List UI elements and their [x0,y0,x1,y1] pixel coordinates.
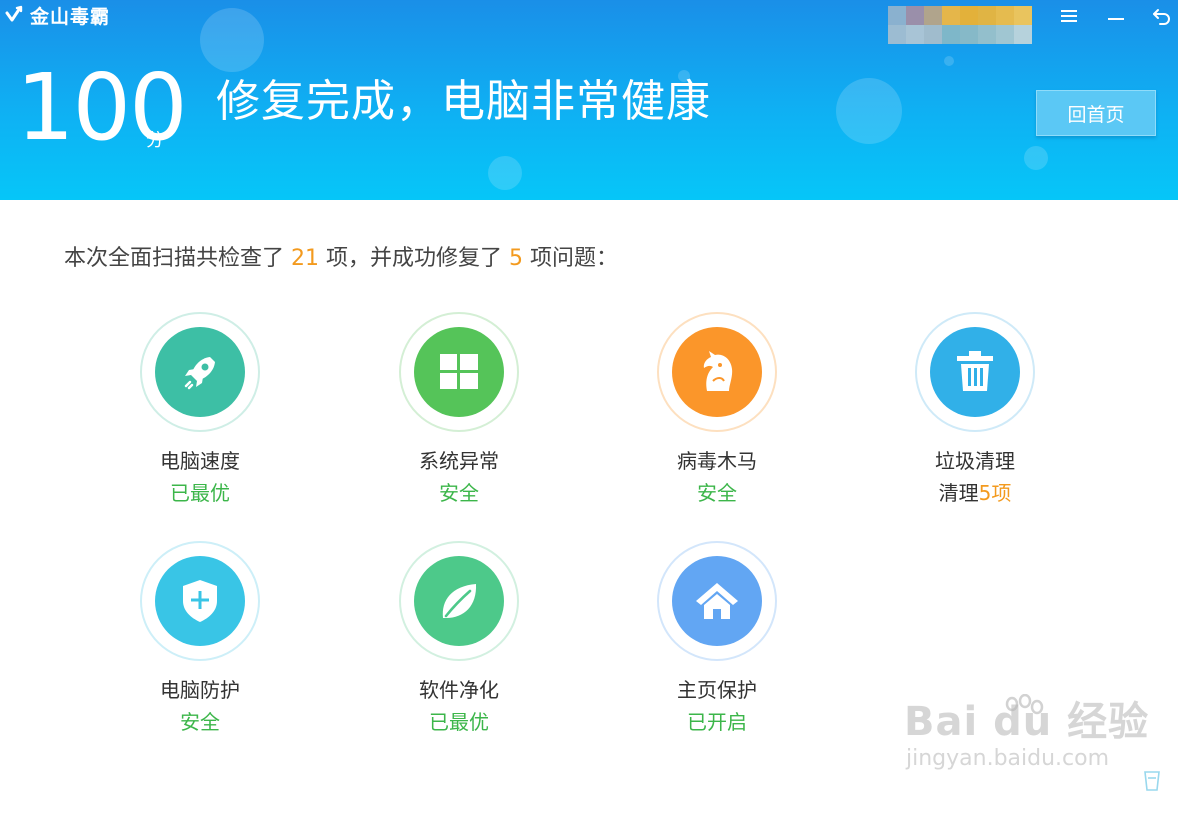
item-title: 系统异常 [419,449,499,473]
score-unit: 分 [146,130,164,151]
item-computer-speed[interactable]: 电脑速度 已最优 [90,312,310,510]
watermark-brand: Bai du 经验 [904,699,1150,745]
item-homepage-protection[interactable]: 主页保护 已开启 [607,541,827,739]
back-icon [1153,9,1170,25]
item-title: 电脑速度 [160,449,240,473]
item-junk-cleanup[interactable]: 垃圾清理 清理5项 [865,312,1085,510]
item-ring [657,541,777,661]
menu-icon [1061,10,1077,22]
decor-bubble [836,78,902,144]
decor-bubble [1024,146,1048,170]
leaf-icon [442,584,477,618]
checked-count: 21 [291,246,320,271]
item-status: 安全 [180,710,220,734]
item-software-purify[interactable]: 软件净化 已最优 [349,541,569,739]
status-prefix: 清理 [938,481,979,505]
item-ring [915,312,1035,432]
windows-icon [440,354,478,389]
back-button[interactable] [1147,2,1177,30]
trash-icon [957,351,993,391]
item-computer-protection[interactable]: 电脑防护 安全 [90,541,310,739]
fixed-count: 5 [509,246,524,271]
item-system-anomaly[interactable]: 系统异常 安全 [349,312,569,510]
item-ring [140,312,260,432]
item-title: 垃圾清理 [935,449,1015,473]
header-banner: 金山毒霸 100 分 修复完成，电脑非常健康 回首页 [0,0,1178,200]
item-icon-disc [414,327,504,417]
home-button[interactable]: 回首页 [1036,90,1156,136]
baidu-watermark: Bai du 经验 jingyan.baidu.com [904,700,1149,774]
app-logo: 金山毒霸 [4,2,110,28]
item-status: 已开启 [687,710,747,734]
watermark-url: jingyan.baidu.com [906,746,1110,771]
cup-icon [1144,771,1160,791]
kingsoft-logo-icon [5,5,23,22]
item-icon-disc [672,556,762,646]
item-status: 已最优 [170,481,230,505]
item-status: 安全 [697,481,737,505]
item-title: 主页保护 [677,678,757,702]
decor-bubble [200,8,264,72]
item-ring [140,541,260,661]
home-icon [696,583,738,619]
item-title: 软件净化 [419,678,499,702]
item-icon-disc [414,556,504,646]
user-avatar-blurred[interactable] [888,6,1032,44]
summary-middle: 项，并成功修复了 [326,246,503,271]
item-status: 已最优 [429,710,489,734]
item-status: 安全 [439,481,479,505]
item-icon-disc [155,327,245,417]
app-name: 金山毒霸 [30,5,111,28]
status-title: 修复完成，电脑非常健康 [216,76,711,127]
minimize-button[interactable] [1101,2,1131,30]
summary-prefix: 本次全面扫描共检查了 [64,246,285,271]
menu-button[interactable] [1054,2,1084,30]
item-ring [399,312,519,432]
item-icon-disc [672,327,762,417]
status-count: 5项 [978,481,1012,505]
scan-summary: 本次全面扫描共检查了 21 项，并成功修复了 5 项问题： [64,242,618,276]
item-virus-trojan[interactable]: 病毒木马 安全 [607,312,827,510]
item-ring [399,541,519,661]
rocket-icon [184,357,215,390]
horse-icon [703,351,733,391]
shield-plus-icon [183,580,217,622]
item-icon-disc [930,327,1020,417]
summary-suffix: 项问题： [530,246,619,271]
item-status: 清理5项 [865,476,1085,510]
item-title: 电脑防护 [160,678,240,702]
minimize-icon [1108,18,1124,20]
decor-bubble [488,156,522,190]
item-ring [657,312,777,432]
item-icon-disc [155,556,245,646]
item-title: 病毒木马 [677,449,757,473]
decor-bubble [944,56,954,66]
